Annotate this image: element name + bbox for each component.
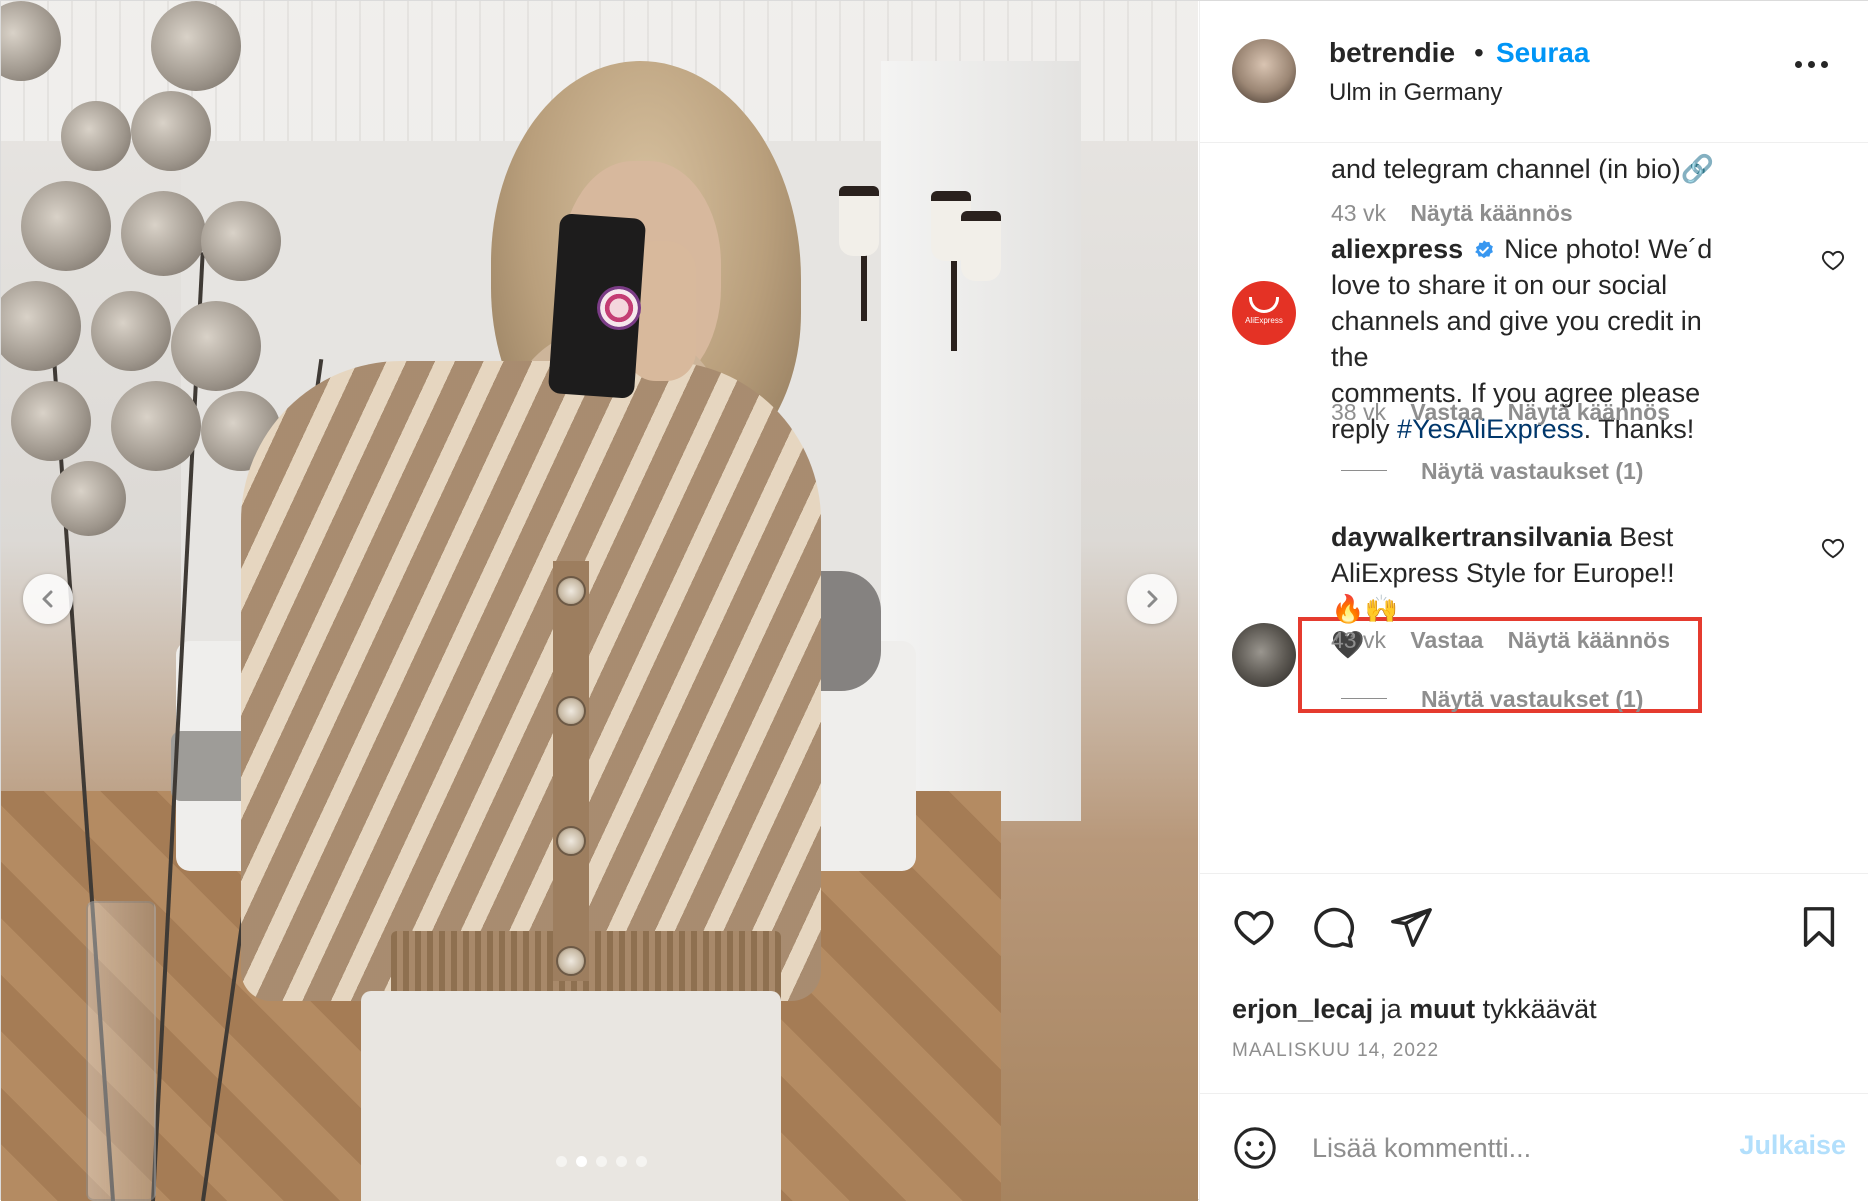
post-side-panel: betrendie • Seuraa Ulm in Germany and te…: [1199, 1, 1868, 1201]
photo-plant-puff: [51, 461, 126, 536]
photo-plant-puff: [121, 191, 206, 276]
photo-vase: [86, 901, 156, 1201]
photo-cardigan-button: [556, 826, 586, 856]
photo-plant-puff: [171, 301, 261, 391]
carousel-dot: [556, 1156, 567, 1167]
photo-plant-puff: [151, 1, 241, 91]
like-comment-heart-icon[interactable]: [1820, 247, 1846, 273]
header-separator: •: [1474, 37, 1484, 68]
view-replies-link[interactable]: Näytä vastaukset (1): [1421, 686, 1643, 713]
photo-plant-puff: [21, 181, 111, 271]
comment-line: Nice photo! We´d: [1504, 234, 1713, 264]
photo-plant-puff: [91, 291, 171, 371]
share-send-icon[interactable]: [1388, 904, 1434, 950]
aliexpress-avatar-label: AliExpress: [1245, 316, 1283, 325]
post-location[interactable]: Ulm in Germany: [1329, 79, 1502, 107]
comment-meta: 43 vk Näytä käännös: [1331, 200, 1573, 227]
comment-username[interactable]: daywalkertransilvania: [1331, 522, 1612, 552]
aliexpress-avatar[interactable]: AliExpress: [1232, 281, 1296, 345]
comment-meta: 43 vk Vastaa Näytä käännös: [1331, 627, 1670, 654]
comment-line: love to share it on our social: [1331, 270, 1668, 300]
comment-meta: 38 vk Vastaa Näytä käännös: [1331, 399, 1670, 426]
aliexpress-logo-icon: [1249, 297, 1279, 313]
photo-white-pants: [361, 991, 781, 1201]
comment-bubble-icon[interactable]: [1310, 904, 1356, 950]
chevron-right-icon: [1147, 590, 1158, 608]
author-username[interactable]: betrendie: [1329, 37, 1455, 69]
comment-line: Best: [1619, 522, 1674, 552]
bookmark-save-icon[interactable]: [1796, 904, 1842, 950]
reply-link[interactable]: Vastaa: [1410, 627, 1483, 653]
post-header: betrendie • Seuraa Ulm in Germany: [1200, 1, 1868, 143]
comment-line: channels and give you credit in the: [1331, 306, 1702, 372]
carousel-dot: [576, 1156, 587, 1167]
translate-link[interactable]: Näytä käännös: [1508, 627, 1670, 653]
likes-conjunction: ja: [1380, 994, 1402, 1024]
photo-plant-puff: [11, 381, 91, 461]
commenter-avatar[interactable]: [1232, 623, 1296, 687]
reply-link[interactable]: Vastaa: [1410, 399, 1483, 425]
comment-text: and telegram channel (in bio)🔗: [1331, 154, 1715, 184]
liker-username[interactable]: erjon_lecaj: [1232, 994, 1373, 1024]
post-date[interactable]: MAALISKUU 14, 2022: [1232, 1040, 1439, 1062]
view-replies-link[interactable]: Näytä vastaukset (1): [1421, 458, 1643, 485]
likes-summary: erjon_lecaj ja muut tykkäävät: [1232, 994, 1597, 1025]
comment-age: 38 vk: [1331, 399, 1386, 425]
more-options-icon[interactable]: [1795, 61, 1828, 68]
verified-badge-icon: [1474, 240, 1493, 259]
likes-suffix: tykkäävät: [1482, 994, 1597, 1024]
add-comment-bar: Julkaise: [1200, 1093, 1868, 1201]
follow-button[interactable]: Seuraa: [1496, 37, 1589, 69]
like-comment-heart-icon[interactable]: [1820, 535, 1846, 561]
chevron-left-icon: [42, 590, 53, 608]
carousel-dot: [636, 1156, 647, 1167]
post-photo: [1, 1, 1198, 1201]
translate-link[interactable]: Näytä käännös: [1410, 200, 1572, 226]
post-actions: erjon_lecaj ja muut tykkäävät MAALISKUU …: [1200, 873, 1868, 1093]
carousel-dot: [616, 1156, 627, 1167]
publish-comment-button[interactable]: Julkaise: [1726, 1130, 1846, 1161]
photo-cardigan-placket: [553, 561, 589, 981]
comments-list[interactable]: and telegram channel (in bio)🔗 43 vk Näy…: [1200, 143, 1868, 871]
emoji-smiley-icon[interactable]: [1232, 1125, 1278, 1171]
photo-cardigan-button: [556, 576, 586, 606]
photo-lamp: [961, 211, 1001, 281]
comment-line: AliExpress Style for Europe!! 🔥🙌: [1331, 558, 1675, 624]
instagram-post-modal: betrendie • Seuraa Ulm in Germany and te…: [0, 0, 1868, 1201]
photo-plant-puff: [61, 101, 131, 171]
translate-link[interactable]: Näytä käännös: [1508, 399, 1670, 425]
carousel-prev-button[interactable]: [23, 574, 73, 624]
photo-zebra-cardigan: [241, 361, 821, 1001]
photo-cardigan-button: [556, 696, 586, 726]
carousel-next-button[interactable]: [1127, 574, 1177, 624]
photo-phone-popsocket: [597, 286, 641, 330]
replies-divider: [1341, 470, 1387, 471]
photo-plant-puff: [111, 381, 201, 471]
comment-username[interactable]: aliexpress: [1331, 234, 1463, 264]
photo-plant-puff: [1, 281, 81, 371]
like-heart-icon[interactable]: [1231, 904, 1277, 950]
photo-plant-puff: [131, 91, 211, 171]
photo-lamp: [839, 186, 879, 256]
comment-age: 43 vk: [1331, 200, 1386, 226]
likes-others-link[interactable]: muut: [1409, 994, 1475, 1024]
author-avatar[interactable]: [1232, 39, 1296, 103]
photo-cardigan-button: [556, 946, 586, 976]
replies-divider: [1341, 698, 1387, 699]
comment-age: 43 vk: [1331, 627, 1386, 653]
carousel-dot: [596, 1156, 607, 1167]
carousel-indicator: [556, 1156, 647, 1167]
comment-input[interactable]: [1312, 1124, 1712, 1172]
photo-plant-puff: [201, 201, 281, 281]
